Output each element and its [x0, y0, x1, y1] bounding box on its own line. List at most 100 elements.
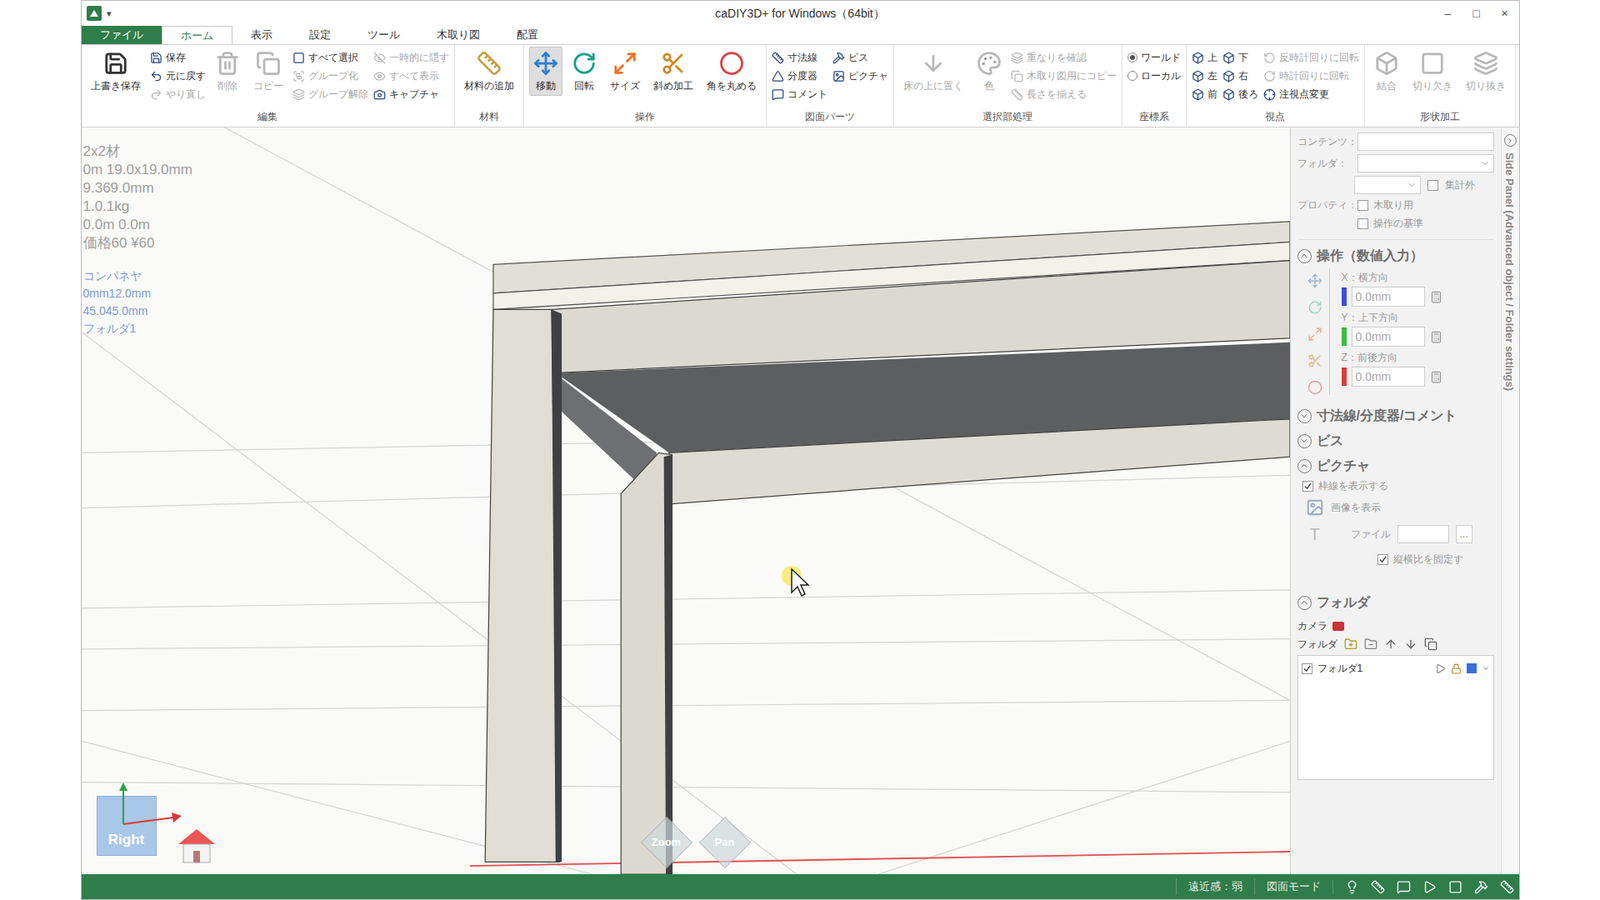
frame-checkbox[interactable] [1302, 480, 1314, 492]
ribbon-large-button[interactable]: 床の上に置く [899, 46, 968, 96]
ribbon-small-button[interactable]: 右 [1222, 66, 1259, 85]
ribbon-large-button[interactable]: 切り欠き [1408, 46, 1457, 96]
quick-access-button[interactable]: ▾ [106, 6, 112, 21]
folder-row[interactable]: フォルダ1 [1301, 659, 1490, 678]
ribbon-tab[interactable]: 木取り図 [418, 25, 499, 45]
ribbon-tab[interactable]: 設定 [290, 25, 350, 45]
section-header[interactable]: ピクチャ [1297, 453, 1495, 479]
move-up-icon[interactable] [1384, 637, 1398, 651]
numeric-input[interactable]: 0.0mm [1351, 286, 1425, 307]
browse-button[interactable]: ... [1455, 525, 1473, 544]
folder-dropdown[interactable] [1357, 154, 1495, 173]
zoom-control[interactable]: Zoom [640, 815, 694, 870]
ribbon-large-button[interactable]: 移動 [529, 46, 563, 96]
ribbon-small-button[interactable]: グループ解除 [292, 85, 369, 104]
ribbon-small-button[interactable]: 注視点変更 [1263, 85, 1360, 104]
ribbon-small-button[interactable]: ピクチャ [832, 66, 889, 85]
ribbon-small-button[interactable]: 重なりを確認 [1010, 48, 1117, 67]
dimension-icon[interactable] [1500, 880, 1515, 895]
numeric-input[interactable]: 0.0mm [1351, 326, 1425, 347]
side-panel-tab[interactable]: Side Panel (Advanced object / Folder set… [1500, 127, 1520, 875]
move-down-icon[interactable] [1404, 637, 1418, 651]
window-control-button[interactable]: – [1434, 5, 1463, 23]
ribbon-tab[interactable]: 表示 [232, 25, 291, 45]
view-cube[interactable]: Right [96, 795, 157, 856]
calculator-icon[interactable] [1430, 370, 1443, 384]
ribbon-large-button[interactable]: 斜め加工 [649, 46, 698, 96]
section-header[interactable]: ビス [1297, 428, 1495, 454]
ribbon-large-button[interactable]: 切り抜き [1461, 46, 1510, 96]
ribbon-small-button[interactable]: 寸法線 [771, 48, 828, 67]
ribbon-small-button[interactable]: 一時的に隠す [373, 48, 450, 67]
status-item[interactable]: 遠近感：弱 [1175, 878, 1255, 895]
ribbon-small-button[interactable]: 前 [1191, 85, 1218, 104]
aspect-checkbox[interactable] [1377, 554, 1389, 565]
ribbon-large-button[interactable]: サイズ [605, 46, 645, 96]
calculator-icon[interactable] [1430, 290, 1443, 304]
ribbon-large-button[interactable]: 削除 [210, 46, 245, 96]
ribbon-small-button[interactable]: ビス [832, 48, 889, 67]
property-checkbox[interactable] [1357, 218, 1369, 230]
frame-icon[interactable] [1448, 880, 1463, 895]
ribbon-small-button[interactable]: 反時計回りに回転 [1263, 48, 1360, 67]
ribbon-tab[interactable]: 配置 [498, 25, 557, 45]
ribbon-small-button[interactable]: 木取り図用にコピー [1010, 66, 1117, 85]
ribbon-large-button[interactable]: 結合 [1370, 46, 1404, 96]
ribbon-large-button[interactable]: 色 [972, 46, 1006, 96]
screw-icon[interactable] [1474, 880, 1489, 895]
comment-icon[interactable] [1396, 880, 1411, 895]
ribbon-small-button[interactable]: やり直し [150, 85, 206, 104]
ribbon-large-button[interactable]: 材料の追加 [460, 46, 519, 96]
file-field[interactable] [1397, 525, 1450, 544]
ribbon-large-button[interactable]: コピー [249, 46, 288, 96]
ribbon-small-button[interactable]: 保存 [150, 48, 206, 67]
add-folder-icon[interactable] [1344, 637, 1358, 651]
ribbon-tab[interactable]: ツール [349, 25, 419, 45]
folder-visible-checkbox[interactable] [1301, 663, 1313, 675]
camera-record-icon[interactable] [1332, 621, 1345, 631]
ribbon-small-button[interactable]: 左 [1191, 66, 1218, 85]
window-control-button[interactable]: × [1490, 5, 1520, 23]
play-icon[interactable] [1435, 663, 1446, 675]
numeric-input[interactable]: 0.0mm [1351, 366, 1425, 387]
section-header[interactable]: 操作（数値入力） [1297, 243, 1495, 269]
folder-color-swatch[interactable] [1466, 663, 1477, 674]
ribbon-small-button[interactable]: すべて表示 [373, 66, 450, 85]
pan-control[interactable]: Pan [698, 815, 752, 870]
ribbon-large-button[interactable]: 回転 [567, 46, 601, 96]
ribbon-small-button[interactable]: 分度器 [771, 66, 828, 85]
duplicate-folder-icon[interactable] [1424, 637, 1438, 651]
ribbon-small-button[interactable]: キャプチャ [373, 85, 450, 104]
ribbon-small-button[interactable]: コメント [771, 85, 828, 104]
ribbon-tab[interactable]: ホーム [161, 25, 233, 45]
measure-icon[interactable] [1370, 880, 1385, 895]
remove-folder-icon[interactable] [1364, 637, 1378, 651]
property-checkbox[interactable] [1357, 200, 1369, 211]
ribbon-small-button[interactable]: 長さを揃える [1010, 85, 1117, 104]
status-item[interactable]: 図面モード [1254, 878, 1333, 895]
calculator-icon[interactable] [1430, 330, 1443, 344]
ribbon-small-button[interactable]: 時計回りに回転 [1263, 66, 1360, 85]
viewport[interactable]: 2x2材0m 19.0x19.0mm9.369.0mm1.0.1kg0.0m 0… [81, 127, 1290, 875]
ribbon-small-button[interactable]: すべて選択 [292, 48, 369, 67]
ribbon-tab[interactable]: ファイル [81, 25, 162, 45]
ribbon-small-button[interactable]: 後ろ [1222, 85, 1259, 104]
section-header[interactable]: フォルダ [1297, 590, 1495, 615]
ribbon-large-button[interactable]: 上書き保存 [86, 46, 145, 96]
radio-option[interactable]: ローカル [1127, 66, 1181, 85]
radio-option[interactable]: ワールド [1127, 48, 1181, 67]
ribbon-small-button[interactable]: グループ化 [292, 66, 369, 85]
ribbon-small-button[interactable]: 下 [1222, 48, 1259, 67]
light-icon[interactable] [1345, 880, 1360, 895]
home-icon[interactable] [175, 825, 219, 866]
section-header[interactable]: 寸法線/分度器/コメント [1297, 403, 1495, 429]
ribbon-small-button[interactable]: 上 [1191, 48, 1218, 67]
ribbon-small-button[interactable]: 元に戻す [150, 66, 206, 85]
animation-icon[interactable] [1422, 880, 1437, 895]
exclude-checkbox[interactable] [1427, 180, 1439, 191]
lock-icon[interactable] [1450, 663, 1462, 675]
property-dropdown[interactable] [1354, 175, 1421, 195]
window-control-button[interactable]: □ [1462, 5, 1491, 23]
ribbon-large-button[interactable]: 角を丸める [702, 46, 761, 96]
content-field[interactable] [1357, 132, 1495, 151]
